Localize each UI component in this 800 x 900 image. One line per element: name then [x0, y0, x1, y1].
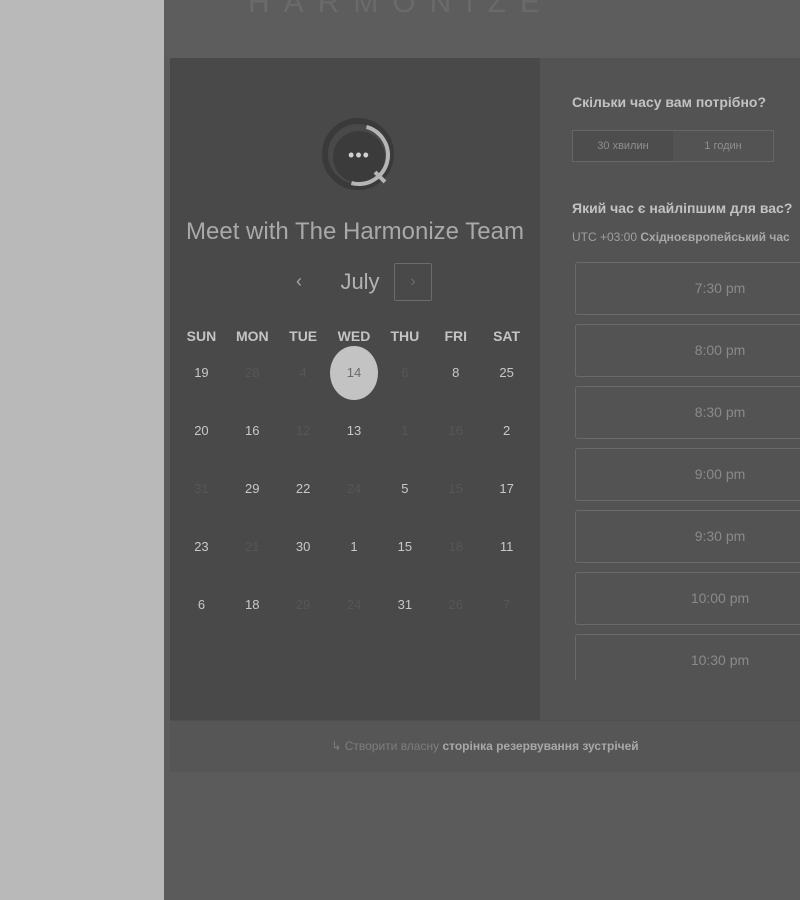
calendar-day[interactable]: 22 [278, 462, 329, 516]
weekday-label: TUE [289, 328, 318, 344]
calendar-day: 29 [295, 597, 311, 612]
time-slot-button[interactable]: 9:00 pm [575, 448, 800, 501]
calendar-panel: ••• Meet with The Harmonize Team ‹ July … [170, 58, 540, 720]
top-header: HARMONIZE [164, 0, 800, 58]
calendar-day[interactable]: 16 [227, 404, 278, 458]
calendar-day[interactable]: 31 [379, 578, 430, 632]
time-slot-button[interactable]: 9:30 pm [575, 510, 800, 563]
weekday-label: FRI [444, 328, 467, 344]
weekday-header: SUN MON TUE WED THU FRI SAT [176, 328, 532, 344]
calendar-day: 4 [299, 365, 307, 380]
time-slot-button[interactable]: 7:30 pm [575, 262, 800, 315]
calendar-day: 7 [502, 597, 511, 612]
duration-question: Скільки часу вам потрібно? [572, 94, 767, 110]
weekday-label: SAT [493, 328, 521, 344]
calendar-day[interactable]: 8 [430, 346, 481, 400]
calendar-day[interactable]: 20 [176, 404, 227, 458]
time-slot-button[interactable]: 8:30 pm [575, 386, 800, 439]
calendar-week-row: 19 28 4 14 6 8 25 [176, 344, 532, 402]
calendar-day: 24 [346, 597, 362, 612]
calendar-day: 16 [448, 423, 463, 438]
next-month-button[interactable]: › [394, 263, 432, 301]
time-slot-button[interactable]: 8:00 pm [575, 324, 800, 377]
calendar-week-row: 23 21 30 1 15 18 11 [176, 518, 532, 576]
brand-logo: HARMONIZE [248, 0, 554, 19]
duration-selector: 30 хвилин 1 годин [572, 130, 774, 162]
booking-panel: Скільки часу вам потрібно? 30 хвилин 1 г… [540, 58, 800, 720]
selected-day-number: 14 [330, 346, 378, 400]
time-slot-list: 7:30 pm 8:00 pm 8:30 pm 9:00 pm 9:30 pm 10:00… [575, 262, 800, 680]
calendar-day[interactable]: 13 [329, 404, 380, 458]
calendar-day[interactable]: 18 [227, 578, 278, 632]
calendar-day: 12 [295, 423, 311, 438]
calendar-day: 6 [401, 365, 409, 380]
calendar-day: 28 [245, 365, 260, 380]
calendar-day: 26 [448, 597, 463, 612]
calendar-day[interactable]: 29 [227, 462, 278, 516]
calendar-week-row: 31 29 22 24 5 15 17 [176, 460, 532, 518]
calendar-day[interactable]: 15 [379, 520, 430, 574]
calendar-day: 21 [245, 539, 260, 554]
footer-prefix: Створити власну [344, 739, 440, 753]
calendar-day[interactable]: 2 [481, 404, 532, 458]
weekday-label: MON [235, 328, 269, 344]
timezone-label: UTC +03:00 Східноєвропейський час [572, 230, 790, 244]
chat-bubble-icon: ••• [348, 145, 370, 165]
duration-option-30min[interactable]: 30 хвилин [573, 131, 673, 161]
timezone-name: Східноєвропейський час [640, 230, 790, 244]
timezone-offset: UTC +03:00 [572, 230, 638, 244]
left-gutter [0, 0, 164, 900]
calendar-day[interactable]: 30 [278, 520, 329, 574]
calendar-week-row: 20 16 12 13 1 16 2 [176, 402, 532, 460]
calendar-day: 18 [448, 539, 463, 554]
calendar-weeks: 19 28 4 14 6 8 25 20 16 12 13 1 16 2 31 29 22 24 5 15 17 23 21… [176, 344, 532, 634]
calendar-day[interactable]: 19 [176, 346, 227, 400]
calendar-day[interactable]: 1 [329, 520, 380, 574]
footer-text: ↳ Створити власну сторінка резервування … [170, 739, 800, 753]
footer-bar: ↳ Створити власну сторінка резервування … [170, 720, 800, 773]
calendar-day[interactable]: 17 [481, 462, 532, 516]
calendar-day[interactable]: 23 [176, 520, 227, 574]
page-background [164, 772, 800, 900]
calendar-day[interactable]: 5 [379, 462, 430, 516]
booking-page-link[interactable]: сторінка резервування зустрічей [442, 739, 638, 753]
calendar-day: 31 [194, 481, 209, 496]
create-link-icon: ↳ [331, 739, 342, 753]
selected-day[interactable]: 14 [329, 346, 380, 400]
weekday-label: THU [390, 328, 420, 344]
weekday-label: SUN [186, 328, 217, 344]
month-nav: ‹ July › [170, 263, 540, 305]
time-slot-button[interactable]: 10:30 pm [575, 634, 800, 680]
booking-page: HARMONIZE ••• Meet with The Harmonize Te… [164, 0, 800, 900]
time-question: Який час є найліпшим для вас? [572, 200, 793, 216]
calendar-day[interactable]: 6 [176, 578, 227, 632]
calendar-week-row: 6 18 29 24 31 26 7 [176, 576, 532, 634]
calendar-grid: SUN MON TUE WED THU FRI SAT 19 28 4 14 6 8 25 20 16 12 1… [176, 328, 532, 634]
time-slot-button[interactable]: 10:00 pm [575, 572, 800, 625]
calendar-day[interactable]: 11 [481, 520, 532, 574]
weekday-label: WED [337, 328, 371, 344]
calendar-day: 15 [448, 481, 463, 496]
page-title: Meet with The Harmonize Team [186, 218, 524, 245]
calendar-day: 24 [346, 481, 362, 496]
calendar-day: 1 [401, 423, 409, 438]
prev-month-button[interactable]: ‹ [288, 271, 310, 295]
duration-option-1hour[interactable]: 1 годин [673, 131, 773, 161]
month-label: July [340, 269, 380, 294]
calendar-day[interactable]: 25 [481, 346, 532, 400]
